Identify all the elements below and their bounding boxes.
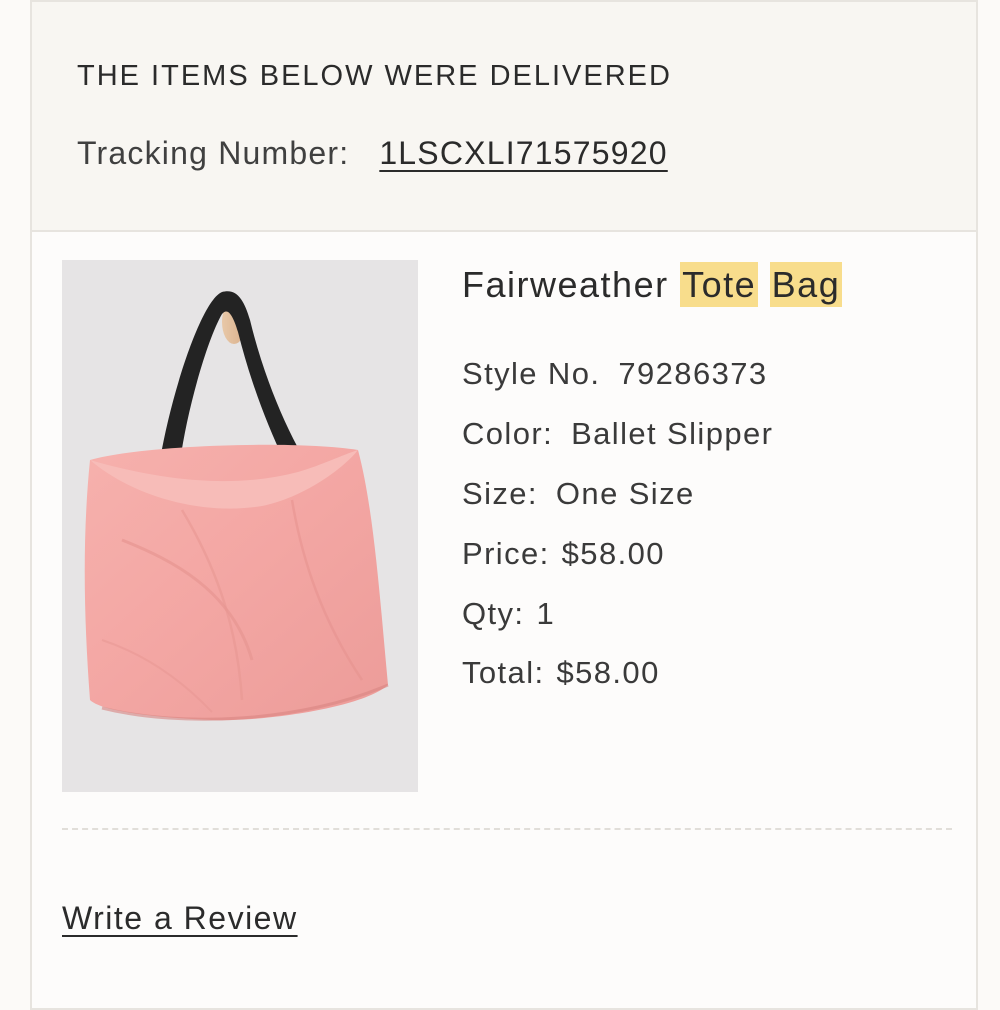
color-label: Color: (462, 416, 554, 451)
product-name-prefix: Fairweather (462, 264, 669, 305)
size-label: Size: (462, 476, 538, 511)
product-name-highlight-bag: Bag (769, 262, 843, 307)
tracking-label: Tracking Number: (77, 135, 350, 171)
price-row: Price: $58.00 (462, 536, 665, 572)
delivery-header: THE ITEMS BELOW WERE DELIVERED Tracking … (32, 2, 976, 232)
total-label: Total: (462, 655, 545, 690)
price-value: $58.00 (561, 536, 665, 571)
style-value: 79286373 (618, 356, 768, 391)
qty-label: Qty: (462, 596, 525, 631)
product-image[interactable] (62, 260, 418, 792)
total-value: $58.00 (556, 655, 660, 690)
delivery-heading: THE ITEMS BELOW WERE DELIVERED (77, 60, 672, 92)
size-row: Size: One Size (462, 476, 695, 512)
total-row: Total: $58.00 (462, 655, 660, 691)
style-label: Style No. (462, 356, 601, 391)
write-review-link[interactable]: Write a Review (62, 900, 298, 937)
price-label: Price: (462, 536, 550, 571)
qty-row: Qty: 1 (462, 596, 555, 632)
tracking-number-link[interactable]: 1LSCXLI71575920 (379, 135, 667, 171)
pink-tote-bag-photo-icon (62, 260, 418, 792)
color-row: Color: Ballet Slipper (462, 416, 773, 452)
color-value: Ballet Slipper (571, 416, 774, 451)
order-item-card: THE ITEMS BELOW WERE DELIVERED Tracking … (30, 0, 978, 1010)
qty-value: 1 (536, 596, 556, 631)
size-value: One Size (555, 476, 695, 511)
style-number-row: Style No. 79286373 (462, 356, 768, 392)
product-name-highlight-tote: Tote (680, 262, 759, 307)
product-name[interactable]: Fairweather Tote Bag (462, 262, 843, 307)
dashed-divider (62, 828, 952, 830)
tracking-row: Tracking Number: 1LSCXLI71575920 (77, 135, 668, 172)
